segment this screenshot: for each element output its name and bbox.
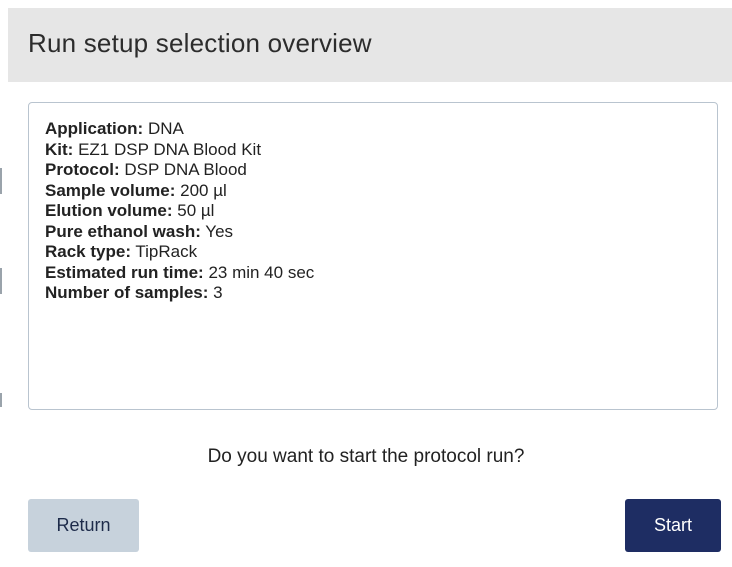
- summary-value: DSP DNA Blood: [124, 160, 247, 179]
- summary-label: Protocol:: [45, 160, 120, 179]
- summary-row-protocol: Protocol: DSP DNA Blood: [45, 160, 314, 181]
- summary-value: DNA: [147, 119, 184, 138]
- summary-label: Number of samples:: [45, 283, 209, 302]
- summary-value: 23 min 40 sec: [208, 262, 315, 282]
- run-summary-list: Application: DNA Kit: EZ1 DSP DNA Blood …: [45, 119, 314, 304]
- summary-value: Yes: [205, 221, 234, 241]
- window-edge-mark: [0, 168, 2, 194]
- summary-row-rack-type: Rack type: TipRack: [45, 242, 314, 263]
- confirmation-question: Do you want to start the protocol run?: [207, 446, 525, 467]
- summary-row-sample-count: Number of samples: 3: [45, 283, 314, 304]
- summary-value: EZ1 DSP DNA Blood Kit: [78, 139, 262, 159]
- summary-label: Kit:: [45, 139, 74, 159]
- summary-row-sample-volume: Sample volume: 200 µl: [45, 181, 314, 202]
- summary-row-run-time: Estimated run time: 23 min 40 sec: [45, 263, 314, 284]
- summary-label: Pure ethanol wash:: [45, 221, 201, 241]
- summary-row-ethanol-wash: Pure ethanol wash: Yes: [45, 222, 314, 243]
- window-edge-mark: [0, 268, 2, 294]
- run-setup-dialog: Run setup selection overview Application…: [0, 0, 732, 567]
- summary-row-application: Application: DNA: [45, 119, 314, 140]
- summary-label: Sample volume:: [45, 180, 176, 200]
- summary-label: Estimated run time:: [45, 262, 204, 282]
- summary-row-kit: Kit: EZ1 DSP DNA Blood Kit: [45, 140, 314, 161]
- run-summary-panel: Application: DNA Kit: EZ1 DSP DNA Blood …: [28, 102, 718, 410]
- window-edge-mark: [0, 393, 2, 407]
- summary-value: 3: [213, 283, 223, 302]
- summary-value: 50 µl: [177, 201, 215, 220]
- dialog-header: Run setup selection overview: [8, 8, 732, 82]
- summary-value: 200 µl: [180, 180, 227, 200]
- start-button[interactable]: Start: [625, 499, 721, 552]
- summary-row-elution-volume: Elution volume: 50 µl: [45, 201, 314, 222]
- summary-label: Rack type:: [45, 242, 131, 261]
- summary-value: TipRack: [135, 242, 198, 261]
- return-button[interactable]: Return: [28, 499, 139, 552]
- summary-label: Elution volume:: [45, 201, 173, 220]
- dialog-title: Run setup selection overview: [28, 28, 372, 58]
- summary-label: Application:: [45, 119, 144, 138]
